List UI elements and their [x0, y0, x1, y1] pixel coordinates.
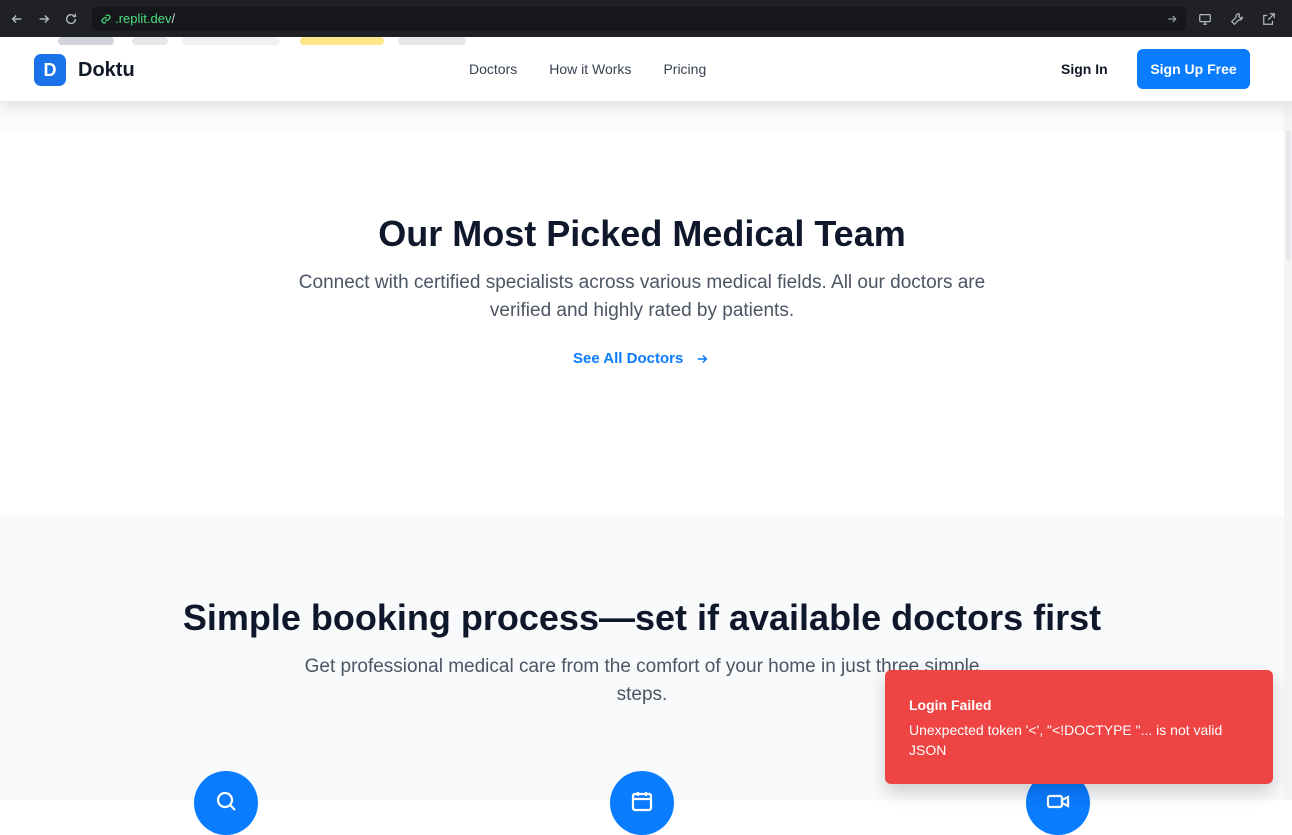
nav-pricing[interactable]: Pricing	[663, 61, 706, 77]
url-path: /	[171, 11, 176, 26]
reload-icon[interactable]	[61, 8, 82, 30]
step-calendar-badge	[610, 771, 674, 835]
underlying-content-ghost	[0, 37, 500, 47]
brand-name: Doktu	[78, 58, 135, 81]
login-failed-toast[interactable]: Login Failed Unexpected token '<', "<!DO…	[885, 670, 1273, 784]
brand[interactable]: D Doktu	[34, 54, 135, 86]
see-all-doctors-link[interactable]: See All Doctors	[573, 350, 709, 367]
main-nav: Doctors How it Works Pricing	[469, 61, 706, 77]
toast-title: Login Failed	[909, 697, 992, 713]
logo: D	[34, 54, 66, 86]
team-title: Our Most Picked Medical Team	[378, 213, 906, 254]
steps-title: Simple booking process—set if available …	[182, 597, 1102, 638]
back-icon[interactable]	[6, 8, 27, 30]
calendar-icon	[631, 792, 653, 812]
open-external-icon[interactable]	[1258, 8, 1280, 30]
video-icon	[1046, 794, 1070, 809]
address-bar[interactable]: .replit.dev /	[92, 6, 1186, 31]
devices-icon[interactable]	[1194, 8, 1216, 30]
link-icon	[100, 13, 112, 25]
url-domain: .replit.dev	[115, 11, 172, 26]
team-subtitle: Connect with certified specialists acros…	[298, 272, 986, 321]
nav-how-it-works[interactable]: How it Works	[549, 61, 631, 77]
section-divider	[0, 101, 1292, 131]
browser-toolbar: .replit.dev /	[0, 0, 1292, 37]
forward-icon[interactable]	[33, 8, 54, 30]
site-header: D Doktu Doctors How it Works Pricing Sig…	[0, 37, 1292, 101]
toast-message: Unexpected token '<', "<!DOCTYPE "... is…	[909, 722, 1223, 758]
sign-up-button[interactable]: Sign Up Free	[1137, 49, 1250, 89]
wrench-icon[interactable]	[1226, 8, 1248, 30]
nav-doctors[interactable]: Doctors	[469, 61, 517, 77]
go-arrow-icon[interactable]	[1166, 13, 1178, 25]
scrollbar-thumb[interactable]	[1286, 130, 1291, 260]
arrow-right-icon	[697, 354, 708, 363]
search-icon	[216, 791, 236, 811]
step-search-badge	[194, 771, 258, 835]
sign-in-link[interactable]: Sign In	[1061, 61, 1108, 77]
see-all-label: See All Doctors	[573, 350, 684, 367]
medical-team-section: Our Most Picked Medical Team Connect wit…	[0, 101, 1292, 515]
